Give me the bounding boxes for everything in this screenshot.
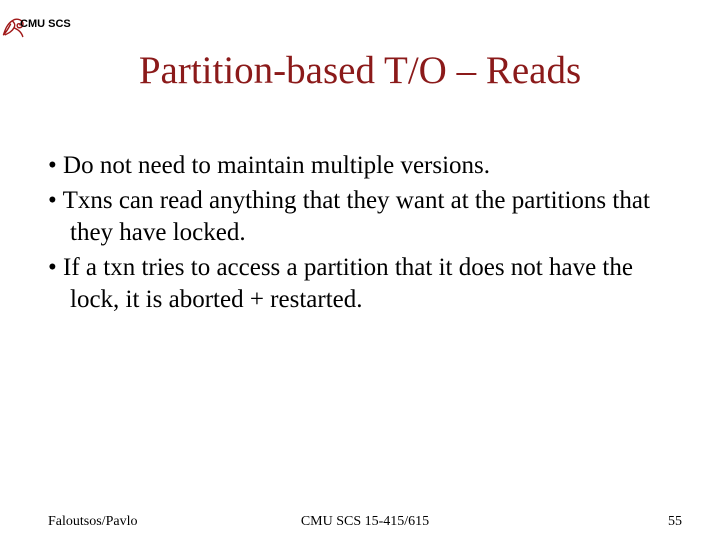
footer-authors: Faloutsos/Pavlo [48,514,137,530]
footer-course: CMU SCS 15-415/615 [301,514,429,530]
org-label: CMU SCS [20,18,71,30]
list-item: If a txn tries to access a partition tha… [48,252,672,317]
slide-footer: Faloutsos/Pavlo CMU SCS 15-415/615 55 [48,514,682,530]
bullet-list: Do not need to maintain multiple version… [48,150,672,317]
slide-body: Do not need to maintain multiple version… [48,150,672,319]
list-item: Txns can read anything that they want at… [48,185,672,250]
page-number: 55 [668,514,682,530]
slide-title: Partition-based T/O – Reads [0,48,720,93]
slide-header: CMU SCS [20,18,71,30]
list-item: Do not need to maintain multiple version… [48,150,672,183]
